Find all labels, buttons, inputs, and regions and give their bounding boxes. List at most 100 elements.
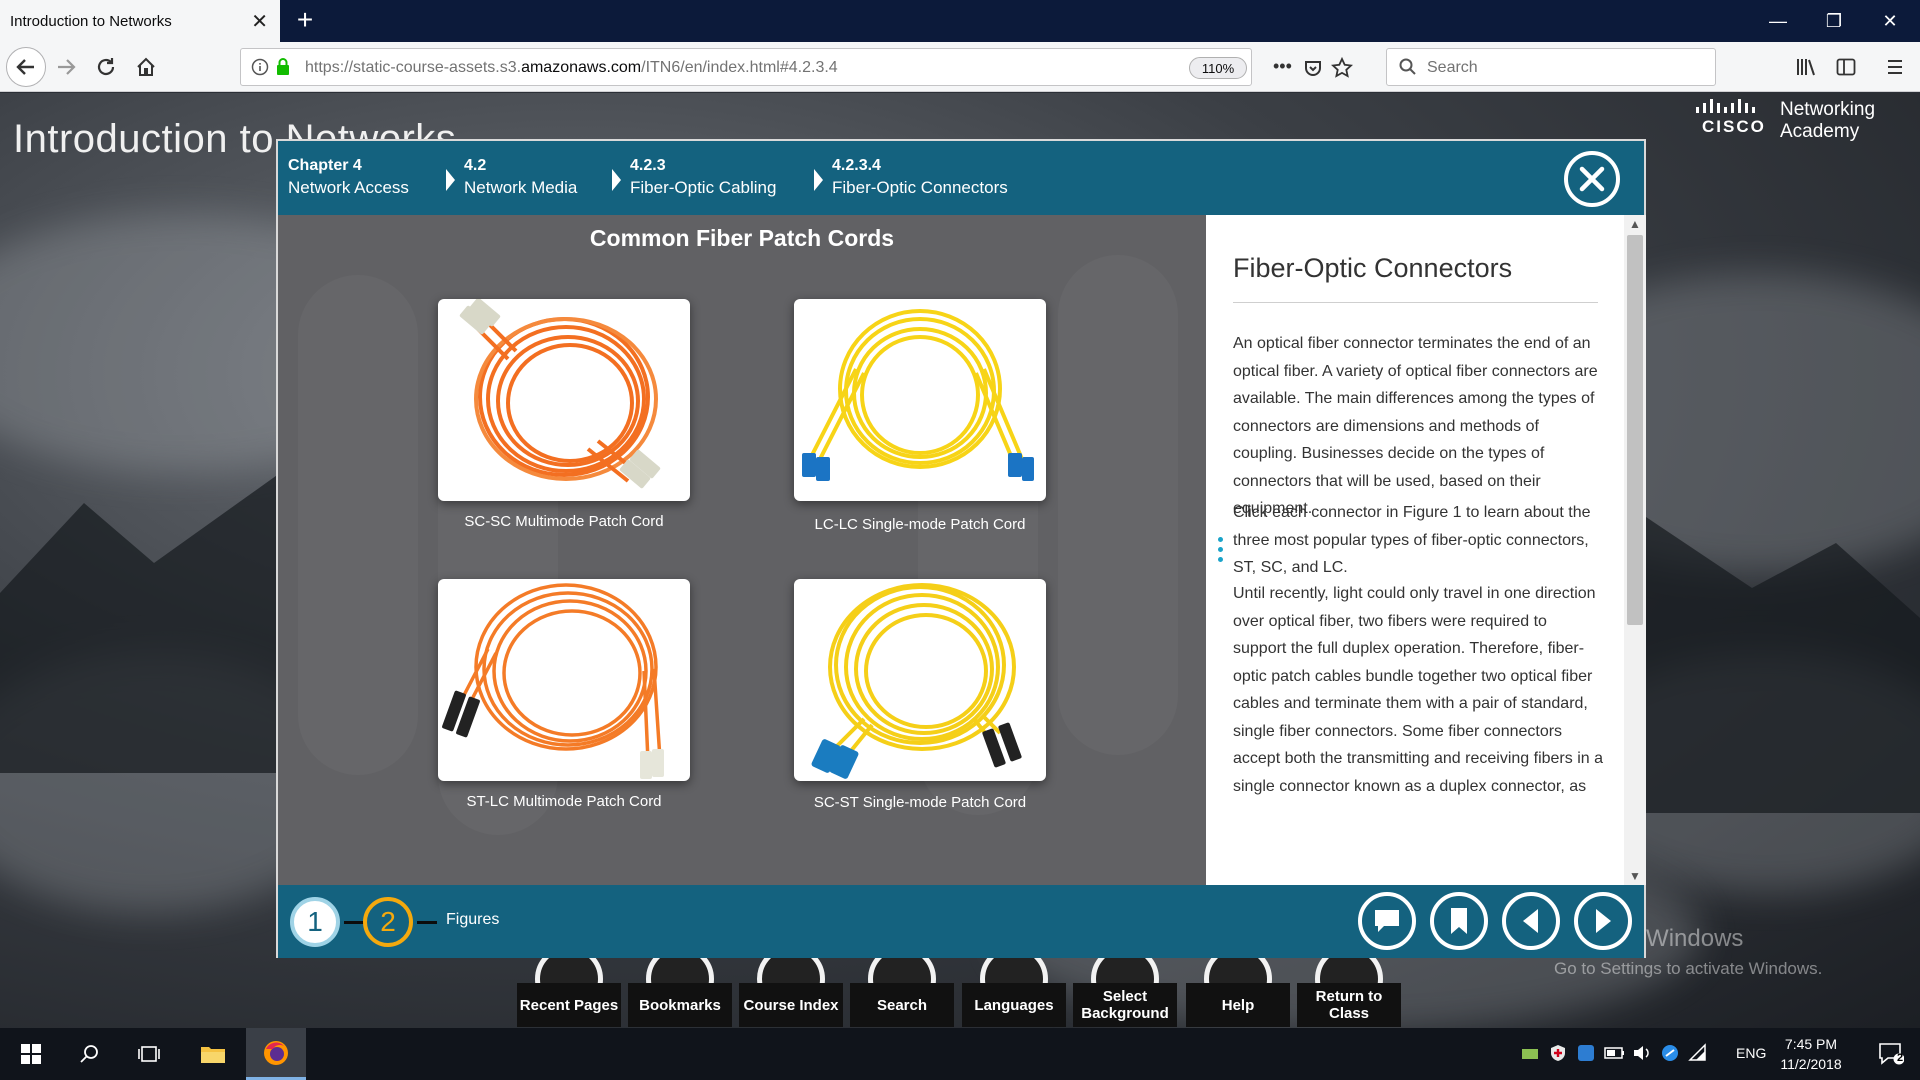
sidebar-icon[interactable]	[1836, 57, 1856, 77]
start-button[interactable]	[2, 1028, 60, 1080]
search-icon	[80, 1045, 98, 1063]
text-panel: Fiber-Optic Connectors An optical fiber …	[1206, 215, 1646, 885]
search-button[interactable]: Search	[850, 983, 954, 1027]
languages-button[interactable]: Languages	[962, 983, 1066, 1027]
breadcrumb-topic[interactable]: 4.2.3 Fiber-Optic Cabling	[630, 155, 776, 199]
figure-step-2-button[interactable]: 2	[363, 897, 413, 947]
cisco-wordmark: CISCO	[1702, 117, 1766, 136]
wifi-icon[interactable]	[1688, 1043, 1708, 1063]
info-icon[interactable]	[251, 58, 269, 76]
select-background-button[interactable]: Select Background	[1073, 983, 1177, 1027]
notification-count: 2	[1897, 1052, 1904, 1064]
st-lc-caption: ST-LC Multimode Patch Cord	[466, 793, 662, 810]
bookmark-star-icon[interactable]	[1331, 57, 1353, 79]
search-placeholder: Search	[1427, 59, 1478, 76]
volume-icon[interactable]	[1632, 1043, 1652, 1063]
task-view-icon	[138, 1046, 160, 1062]
action-center-button[interactable]: 2	[1862, 1028, 1920, 1080]
breadcrumb-page: 4.2.3.4 Fiber-Optic Connectors	[832, 155, 1008, 199]
course-index-button[interactable]: Course Index	[739, 983, 843, 1027]
content-modal: Chapter 4 Network Access 4.2 Network Med…	[276, 139, 1646, 958]
sc-st-caption: SC-ST Single-mode Patch Cord	[813, 794, 1027, 811]
firefox-icon	[264, 1040, 288, 1065]
bookmarks-button[interactable]: Bookmarks	[628, 983, 732, 1027]
page-actions-icon[interactable]: •••	[1273, 56, 1292, 77]
url-path: /ITN6/en/index.html#4.2.3.4	[641, 59, 838, 76]
sc-sc-caption: SC-SC Multimode Patch Cord	[464, 513, 664, 530]
sc-sc-patch-cord-card[interactable]	[438, 299, 690, 501]
pocket-icon[interactable]	[1303, 58, 1323, 78]
back-button[interactable]	[6, 47, 46, 87]
address-bar[interactable]: https://static-course-assets.s3.amazonaw…	[240, 48, 1353, 86]
browser-search-box[interactable]: Search	[1386, 48, 1716, 86]
lc-lc-patch-cord-image	[802, 309, 1034, 481]
close-tab-icon[interactable]: ✕	[251, 9, 268, 34]
activate-windows-subtitle: Go to Settings to activate Windows.	[1554, 959, 1823, 978]
firefox-taskbar-button[interactable]	[246, 1028, 306, 1080]
home-button[interactable]	[128, 49, 164, 85]
close-icon	[1579, 166, 1605, 192]
url-host-prefix: https://static-course-assets.s3.	[305, 59, 522, 76]
figure-background-pattern	[1058, 255, 1178, 755]
cisco-logo: CISCO Networking Academy	[1692, 93, 1892, 145]
breadcrumb-separator-icon	[814, 169, 823, 191]
file-explorer-button[interactable]	[184, 1028, 242, 1080]
url-text: https://static-course-assets.s3.amazonaw…	[305, 59, 838, 77]
reload-button[interactable]	[88, 49, 124, 85]
reload-icon	[97, 58, 115, 76]
breadcrumb-separator-icon	[446, 169, 455, 191]
panel-divider	[1233, 302, 1598, 303]
lock-icon	[277, 58, 289, 75]
previous-page-button[interactable]	[1502, 892, 1560, 950]
app-tray-icon[interactable]	[1576, 1043, 1596, 1063]
breadcrumb-label: Fiber-Optic Connectors	[832, 178, 1008, 197]
library-icon[interactable]	[1796, 57, 1818, 77]
new-tab-button[interactable]: +	[288, 4, 322, 36]
comment-button[interactable]	[1358, 892, 1416, 950]
figures-label: Figures	[446, 911, 500, 928]
minimize-window-button[interactable]: —	[1750, 0, 1806, 42]
breadcrumb-number: Chapter 4	[288, 157, 362, 174]
text-panel-scrollbar[interactable]: ▲ ▼	[1624, 215, 1646, 885]
breadcrumb-section[interactable]: 4.2 Network Media	[464, 155, 577, 199]
scroll-down-arrow-icon[interactable]: ▼	[1628, 869, 1642, 883]
windows-logo-icon	[21, 1044, 41, 1064]
browser-toolbar: https://static-course-assets.s3.amazonaw…	[0, 42, 1920, 92]
menu-icon[interactable]	[1886, 58, 1904, 76]
close-window-button[interactable]: ✕	[1862, 0, 1918, 42]
scrollbar-thumb[interactable]	[1627, 235, 1643, 625]
breadcrumb-label: Network Media	[464, 178, 578, 197]
return-to-class-button[interactable]: Return to Class	[1297, 983, 1401, 1027]
sc-st-patch-cord-card[interactable]	[794, 579, 1046, 781]
restore-window-button[interactable]: ❐	[1806, 0, 1862, 42]
lc-lc-patch-cord-card[interactable]	[794, 299, 1046, 501]
task-view-button[interactable]	[120, 1028, 178, 1080]
zoom-indicator[interactable]: 110%	[1189, 57, 1247, 79]
network-shield-icon[interactable]	[1520, 1043, 1540, 1063]
taskbar-search-button[interactable]	[60, 1028, 118, 1080]
tab-title: Introduction to Networks	[10, 12, 172, 30]
app-update-icon[interactable]	[1660, 1043, 1680, 1063]
bookmark-page-button[interactable]	[1430, 892, 1488, 950]
figure-title: Common Fiber Patch Cords	[589, 225, 895, 251]
course-tool-menu: Recent Pages Bookmarks Course Index Sear…	[0, 983, 1920, 1027]
figure-step-1-button[interactable]: 1	[290, 897, 340, 947]
browser-tab[interactable]: Introduction to Networks ✕	[0, 0, 280, 42]
clock-time: 7:45 PM	[1784, 1036, 1838, 1052]
forward-button[interactable]	[48, 49, 84, 85]
more-options-icon[interactable]	[1218, 537, 1224, 567]
scroll-up-arrow-icon[interactable]: ▲	[1628, 217, 1642, 231]
search-icon	[1399, 58, 1416, 75]
previous-arrow-icon	[1523, 909, 1538, 933]
breadcrumb-chapter[interactable]: Chapter 4 Network Access	[288, 155, 409, 199]
paragraph-duplex: Until recently, light could only travel …	[1233, 585, 1603, 795]
next-page-button[interactable]	[1574, 892, 1632, 950]
recent-pages-button[interactable]: Recent Pages	[517, 983, 621, 1027]
battery-icon[interactable]	[1604, 1043, 1626, 1063]
help-button[interactable]: Help	[1186, 983, 1290, 1027]
input-language-indicator[interactable]: ENG	[1736, 1045, 1766, 1061]
close-modal-button[interactable]	[1564, 151, 1620, 207]
st-lc-patch-cord-card[interactable]	[438, 579, 690, 781]
system-clock[interactable]: 7:45 PM 11/2/2018	[1773, 1034, 1849, 1074]
security-shield-icon[interactable]	[1548, 1043, 1568, 1063]
